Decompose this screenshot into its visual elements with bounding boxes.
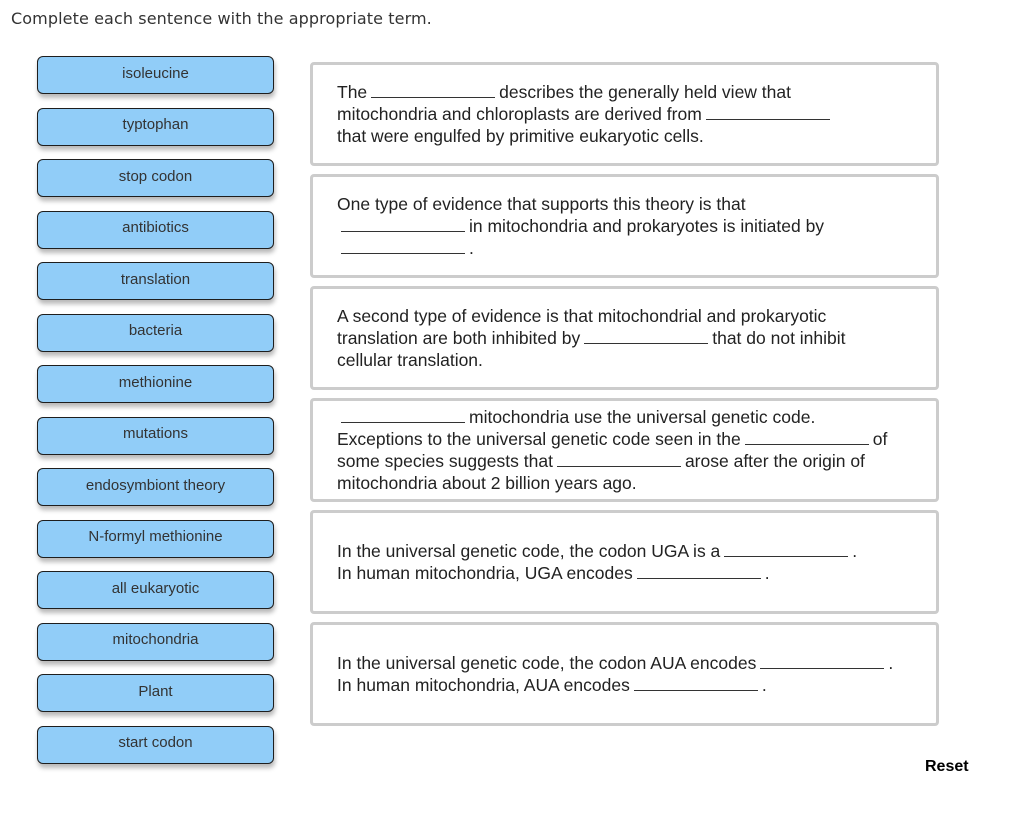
sentence-box-4: mitochondria use the universal genetic c… bbox=[310, 398, 939, 502]
drop-target-blank[interactable] bbox=[556, 451, 681, 467]
sentence-text: The bbox=[337, 82, 368, 102]
sentence-line: mitochondria about 2 billion years ago. bbox=[337, 472, 912, 494]
drop-target-blank[interactable] bbox=[341, 216, 465, 232]
sentence-line: mitochondria and chloroplasts are derive… bbox=[337, 103, 912, 125]
sentence-list: The describes the generally held view tha… bbox=[310, 62, 939, 734]
term-plant[interactable]: Plant bbox=[37, 674, 274, 712]
sentence-line: some species suggests that arose after th… bbox=[337, 450, 912, 472]
drop-target-blank[interactable] bbox=[584, 328, 709, 344]
sentence-text: In human mitochondria, AUA encodes bbox=[337, 675, 630, 695]
sentence-line: In human mitochondria, UGA encodes. bbox=[337, 562, 912, 584]
sentence-line: . bbox=[337, 237, 912, 259]
sentence-text: that do not inhibit bbox=[712, 328, 846, 348]
sentence-text: some species suggests that bbox=[337, 451, 553, 471]
sentence-box-1: The describes the generally held view tha… bbox=[310, 62, 939, 166]
term-mutations[interactable]: mutations bbox=[37, 416, 274, 455]
sentence-line: The describes the generally held view tha… bbox=[337, 81, 912, 103]
sentence-text: mitochondria and chloroplasts are derive… bbox=[337, 104, 702, 124]
drop-target-blank[interactable] bbox=[636, 563, 761, 579]
sentence-text: . bbox=[764, 563, 770, 583]
sentence-text: In the universal genetic code, the codon… bbox=[337, 653, 757, 673]
term-translation[interactable]: translation bbox=[37, 262, 274, 300]
sentence-text: mitochondria use the universal genetic c… bbox=[469, 407, 816, 427]
sentence-text: Exceptions to the universal genetic code… bbox=[337, 429, 741, 449]
term-methionine[interactable]: methionine bbox=[37, 365, 274, 403]
sentence-line: In human mitochondria, AUA encodes. bbox=[337, 674, 912, 696]
sentence-line: translation are both inhibited by that do… bbox=[337, 327, 912, 349]
drop-target-blank[interactable] bbox=[341, 407, 465, 423]
term-endosymbiont-theory[interactable]: endosymbiont theory bbox=[37, 468, 274, 506]
drop-target-blank[interactable] bbox=[633, 675, 758, 691]
sentence-text: translation are both inhibited by bbox=[337, 328, 581, 348]
sentence-text: One type of evidence that supports this … bbox=[337, 194, 746, 214]
drop-target-blank[interactable] bbox=[341, 238, 465, 254]
drop-target-blank[interactable] bbox=[744, 429, 869, 445]
sentence-line: In the universal genetic code, the codon… bbox=[337, 540, 912, 562]
term-all-eukaryotic[interactable]: all eukaryotic bbox=[37, 571, 274, 609]
sentence-line: cellular translation. bbox=[337, 349, 912, 371]
sentence-text: arose after the origin of bbox=[684, 451, 865, 471]
sentence-text: . bbox=[469, 238, 474, 258]
sentence-text: In the universal genetic code, the codon… bbox=[337, 541, 721, 561]
sentence-line: that were engulfed by primitive eukaryot… bbox=[337, 125, 912, 147]
drop-target-blank[interactable] bbox=[724, 541, 849, 557]
sentence-box-2: One type of evidence that supports this … bbox=[310, 174, 939, 278]
term-isoleucine[interactable]: isoleucine bbox=[37, 56, 274, 94]
sentence-line: Exceptions to the universal genetic code… bbox=[337, 428, 912, 450]
sentence-box-5: In the universal genetic code, the codon… bbox=[310, 510, 939, 614]
term-antibiotics[interactable]: antibiotics bbox=[37, 210, 274, 249]
sentence-text: in mitochondria and prokaryotes is initi… bbox=[469, 216, 825, 236]
sentence-text: that were engulfed by primitive eukaryot… bbox=[337, 126, 704, 146]
sentence-text: mitochondria about 2 billion years ago. bbox=[337, 473, 637, 493]
sentence-text: . bbox=[761, 675, 767, 695]
sentence-text: In human mitochondria, UGA encodes bbox=[337, 563, 633, 583]
sentence-line: A second type of evidence is that mitoch… bbox=[337, 305, 912, 327]
term-bank: isoleucine typtophan stop codon antibiotics… bbox=[37, 56, 275, 777]
term-n-formyl-methionine[interactable]: N-formyl methionine bbox=[37, 519, 274, 558]
sentence-text: describes the generally held view that bbox=[499, 82, 791, 102]
sentence-text: cellular translation. bbox=[337, 350, 483, 370]
sentence-text: of bbox=[872, 429, 888, 449]
sentence-text: A second type of evidence is that mitoch… bbox=[337, 306, 827, 326]
reset-button[interactable]: Reset bbox=[925, 758, 969, 776]
drop-target-blank[interactable] bbox=[705, 104, 830, 120]
sentence-line: in mitochondria and prokaryotes is initi… bbox=[337, 215, 912, 237]
sentence-line: mitochondria use the universal genetic c… bbox=[337, 406, 912, 428]
sentence-line: In the universal genetic code, the codon… bbox=[337, 652, 912, 674]
drop-target-blank[interactable] bbox=[371, 82, 496, 98]
term-start-codon[interactable]: start codon bbox=[37, 725, 274, 764]
sentence-text: . bbox=[888, 653, 894, 673]
instruction-text: Complete each sentence with the appropri… bbox=[11, 9, 432, 28]
term-typtophan[interactable]: typtophan bbox=[37, 107, 274, 146]
sentence-box-3: A second type of evidence is that mitoch… bbox=[310, 286, 939, 390]
term-stop-codon[interactable]: stop codon bbox=[37, 159, 274, 197]
term-bacteria[interactable]: bacteria bbox=[37, 313, 274, 352]
drop-target-blank[interactable] bbox=[760, 653, 885, 669]
term-mitochondria[interactable]: mitochondria bbox=[37, 622, 274, 661]
sentence-text: . bbox=[852, 541, 858, 561]
sentence-line: One type of evidence that supports this … bbox=[337, 193, 912, 215]
sentence-box-6: In the universal genetic code, the codon… bbox=[310, 622, 939, 726]
